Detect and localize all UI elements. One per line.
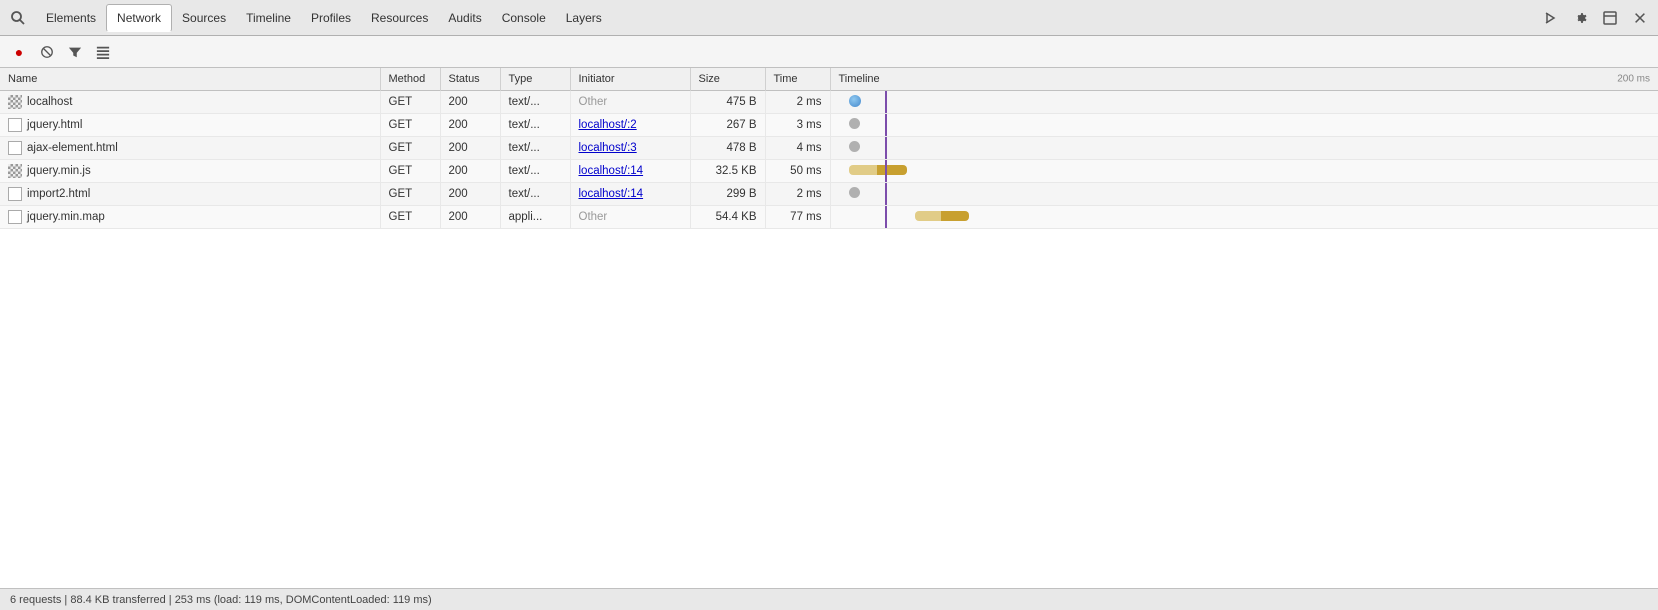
tab-sources[interactable]: Sources [172,4,236,32]
cell-time: 4 ms [765,137,830,160]
cell-initiator[interactable]: localhost/:3 [570,137,690,160]
grid-icon [8,164,22,178]
table-row[interactable]: jquery.htmlGET200text/... localhost/:2 267… [0,114,1658,137]
table-row[interactable]: jquery.min.jsGET200text/... localhost/:14… [0,160,1658,183]
cell-size: 32.5 KB [690,160,765,183]
initiator-link[interactable]: localhost/:14 [579,188,644,200]
cell-name: ajax-element.html [0,137,380,160]
cell-time: 50 ms [765,160,830,183]
table-row[interactable]: ajax-element.htmlGET200text/... localhost… [0,137,1658,160]
cell-type: appli... [500,206,570,229]
col-header-timeline[interactable]: Timeline 200 ms [830,68,1658,91]
topbar: Elements Network Sources Timeline Profil… [0,0,1658,36]
cell-status: 200 [440,183,500,206]
table-row[interactable]: import2.htmlGET200text/... localhost/:14 2… [0,183,1658,206]
tab-resources[interactable]: Resources [361,4,438,32]
cell-initiator[interactable]: localhost/:14 [570,183,690,206]
col-header-method[interactable]: Method [380,68,440,91]
cell-method: GET [380,137,440,160]
cell-initiator: Other [570,206,690,229]
grid-icon [8,95,22,109]
cell-timeline [830,206,1658,229]
cell-method: GET [380,114,440,137]
tab-layers[interactable]: Layers [556,4,612,32]
network-table[interactable]: Name Method Status Type Initiator Size T… [0,68,1658,588]
cell-name: localhost [0,91,380,114]
tab-elements[interactable]: Elements [36,4,106,32]
cell-size: 478 B [690,137,765,160]
settings-icon[interactable] [1568,6,1592,30]
cell-type: text/... [500,114,570,137]
tab-console[interactable]: Console [492,4,556,32]
col-header-time[interactable]: Time [765,68,830,91]
cell-timeline [830,114,1658,137]
col-header-status[interactable]: Status [440,68,500,91]
cell-size: 475 B [690,91,765,114]
cell-name: jquery.min.js [0,160,380,183]
clear-button[interactable] [36,41,58,63]
cell-initiator[interactable]: localhost/:2 [570,114,690,137]
filter-button[interactable] [64,41,86,63]
col-header-name[interactable]: Name [0,68,380,91]
cell-name: jquery.html [0,114,380,137]
cell-time: 2 ms [765,183,830,206]
cell-type: text/... [500,183,570,206]
cell-method: GET [380,183,440,206]
search-button[interactable] [6,6,30,30]
cell-name: jquery.min.map [0,206,380,229]
cell-size: 267 B [690,114,765,137]
cell-status: 200 [440,137,500,160]
topbar-right-icons [1538,6,1652,30]
cell-timeline [830,91,1658,114]
network-toolbar: ● [0,36,1658,68]
file-icon [8,210,22,224]
record-button[interactable]: ● [8,41,30,63]
tab-timeline[interactable]: Timeline [236,4,301,32]
cell-initiator: Other [570,91,690,114]
tab-audits[interactable]: Audits [438,4,491,32]
cell-size: 299 B [690,183,765,206]
cell-timeline [830,160,1658,183]
cell-status: 200 [440,91,500,114]
table-header: Name Method Status Type Initiator Size T… [0,68,1658,91]
col-header-type[interactable]: Type [500,68,570,91]
execute-icon[interactable] [1538,6,1562,30]
cell-name: import2.html [0,183,380,206]
col-header-size[interactable]: Size [690,68,765,91]
cell-status: 200 [440,114,500,137]
file-icon [8,187,22,201]
list-view-button[interactable] [92,41,114,63]
cell-initiator[interactable]: localhost/:14 [570,160,690,183]
table-row[interactable]: localhostGET200text/...Other475 B2 ms [0,91,1658,114]
statusbar: 6 requests | 88.4 KB transferred | 253 m… [0,588,1658,610]
cell-type: text/... [500,137,570,160]
initiator-link[interactable]: localhost/:14 [579,165,644,177]
cell-size: 54.4 KB [690,206,765,229]
cell-type: text/... [500,160,570,183]
cell-time: 3 ms [765,114,830,137]
initiator-link[interactable]: localhost/:3 [579,142,637,154]
cell-timeline [830,183,1658,206]
cell-status: 200 [440,160,500,183]
cell-method: GET [380,91,440,114]
cell-type: text/... [500,91,570,114]
cell-method: GET [380,206,440,229]
tab-network[interactable]: Network [106,4,172,32]
table-row[interactable]: jquery.min.mapGET200appli...Other54.4 KB… [0,206,1658,229]
close-icon[interactable] [1628,6,1652,30]
timeline-scale: 200 ms [1617,74,1650,85]
cell-timeline [830,137,1658,160]
tab-profiles[interactable]: Profiles [301,4,361,32]
main-content: Name Method Status Type Initiator Size T… [0,68,1658,588]
cell-method: GET [380,160,440,183]
initiator-link[interactable]: localhost/:2 [579,119,637,131]
file-icon [8,118,22,132]
cell-time: 2 ms [765,91,830,114]
statusbar-text: 6 requests | 88.4 KB transferred | 253 m… [10,594,432,606]
dock-icon[interactable] [1598,6,1622,30]
file-icon [8,141,22,155]
col-header-initiator[interactable]: Initiator [570,68,690,91]
cell-time: 77 ms [765,206,830,229]
cell-status: 200 [440,206,500,229]
